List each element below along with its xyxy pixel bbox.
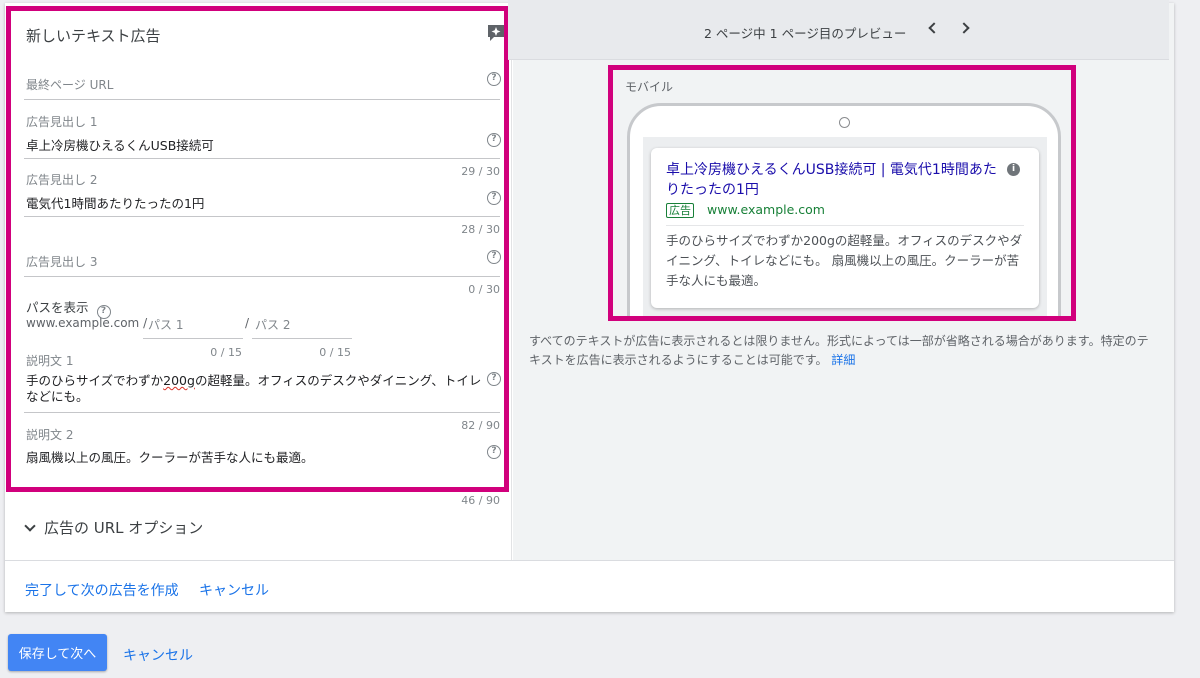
desc2-counter: 46 / 90 xyxy=(461,494,500,507)
preview-note: すべてのテキストが広告に表示されるとは限りません。形式によっては一部が省略される… xyxy=(529,332,1157,370)
info-icon[interactable]: i xyxy=(1007,163,1020,176)
divider xyxy=(5,560,1174,561)
ad-preview-description: 手のひらサイズでわずか200gの超軽量。オフィスのデスクやダイニング、トイレなど… xyxy=(666,233,1023,288)
ad-preview-card: 卓上冷房機ひえるくんUSB接続可 | 電気代1時間あたりたったの1円 i 広告 … xyxy=(651,148,1039,308)
details-link[interactable]: 詳細 xyxy=(831,353,855,367)
preview-header: 2 ページ中 1 ページ目のプレビュー xyxy=(508,0,1169,60)
phone-mockup: 卓上冷房機ひえるくんUSB接続可 | 電気代1時間あたりたったの1円 i 広告 … xyxy=(627,103,1061,316)
chevron-right-icon[interactable] xyxy=(958,22,970,34)
url-options-toggle[interactable]: 広告の URL オプション xyxy=(24,517,204,538)
done-create-next-link[interactable]: 完了して次の広告を作成 xyxy=(25,580,179,600)
phone-screen: 卓上冷房機ひえるくんUSB接続可 | 電気代1時間あたりたったの1円 i 広告 … xyxy=(643,137,1047,316)
url-options-label: 広告の URL オプション xyxy=(44,519,204,537)
footer-cancel-link[interactable]: キャンセル xyxy=(199,580,269,600)
cancel-link[interactable]: キャンセル xyxy=(123,645,193,665)
form-highlight-frame xyxy=(6,6,509,492)
chevron-left-icon[interactable] xyxy=(928,22,940,34)
divider xyxy=(666,225,1024,226)
mobile-preview-frame: モバイル 卓上冷房機ひえるくんUSB接続可 | 電気代1時間あたりたったの1円 … xyxy=(608,65,1076,321)
phone-camera-icon xyxy=(839,117,850,128)
chevron-down-icon xyxy=(24,519,36,532)
ad-preview-url: www.example.com xyxy=(707,202,825,217)
mobile-label: モバイル xyxy=(625,80,674,94)
preview-page-indicator: 2 ページ中 1 ページ目のプレビュー xyxy=(704,26,907,41)
save-next-button[interactable]: 保存して次へ xyxy=(8,634,107,671)
ad-preview-title[interactable]: 卓上冷房機ひえるくんUSB接続可 | 電気代1時間あたりたったの1円 xyxy=(666,160,1006,200)
ad-badge: 広告 xyxy=(666,203,694,218)
